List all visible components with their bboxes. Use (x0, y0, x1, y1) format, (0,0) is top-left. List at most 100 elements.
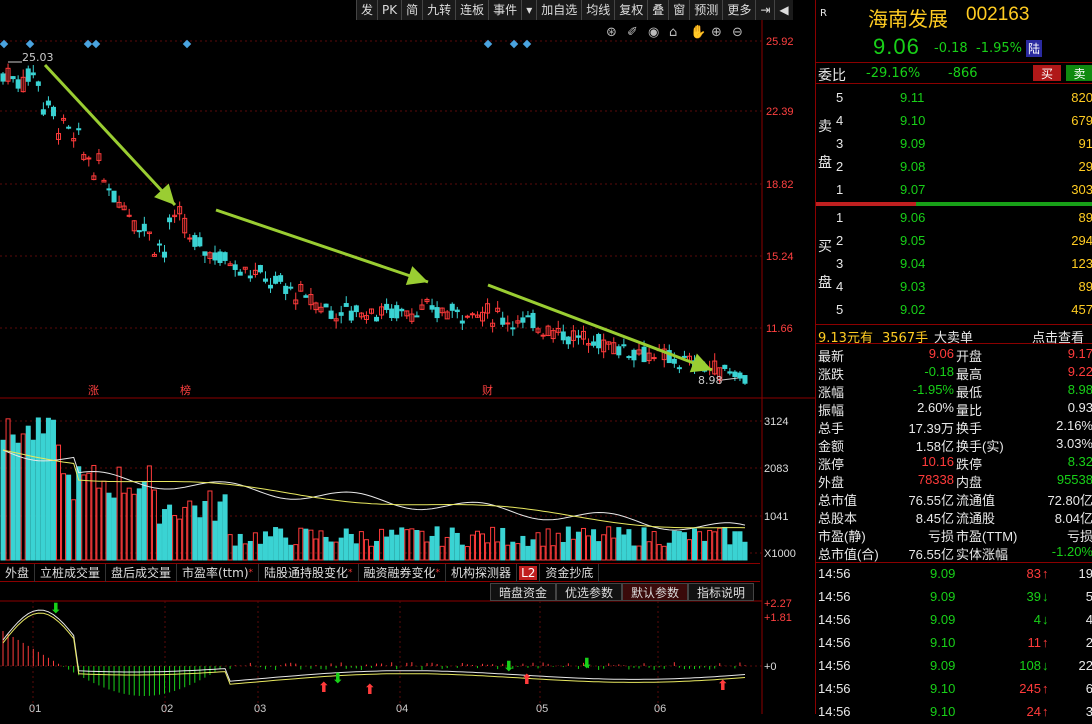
stat-key: 最低 (956, 385, 983, 400)
volume-bar (207, 490, 213, 561)
weibi-pct: -29.16% (866, 66, 921, 81)
price-change: -0.18 (934, 41, 968, 56)
bids-row: 2 9.05 294 (816, 229, 1092, 252)
chart-tool-icon[interactable]: ◉ (648, 25, 659, 40)
event-label[interactable]: 财 (482, 383, 493, 397)
volume-bar (727, 544, 733, 561)
indicator-tab-0[interactable]: 外盘 (0, 564, 36, 582)
star-icon: * (435, 568, 441, 578)
indicator-tab-8[interactable]: 资金抄底 (540, 564, 600, 582)
indicator-tab-2[interactable]: 盘后成交量 (106, 564, 178, 582)
asks-row: 3 9.09 91 (816, 132, 1092, 155)
volume-bar (146, 465, 152, 561)
volume-bar (535, 532, 541, 561)
stat-key: 外盘 (818, 475, 845, 490)
stat-value: 亏损 (927, 529, 954, 544)
indicator-tab-6[interactable]: 机构探测器 (446, 564, 518, 582)
volume-bar (212, 520, 218, 561)
event-label[interactable]: 榜 (180, 383, 191, 397)
chart-tool-icon[interactable]: ⌂ (669, 25, 677, 40)
price: 9.10 (900, 113, 926, 128)
trend-arrow-icon (215, 208, 429, 286)
volume-bar (449, 527, 455, 561)
event-label[interactable]: 涨 (88, 384, 99, 397)
indicator-tab-1[interactable]: 立桩成交量 (35, 564, 107, 582)
tick-price: 9.09 (930, 589, 956, 604)
kline-chart[interactable]: 25.92 22.39 18.82 15.24 11.66 3124 2083 1041 X10… (0, 0, 815, 714)
indicator-tab-label: 盘后成交量 (111, 566, 172, 580)
chart-tool-icon[interactable]: ✋ (690, 24, 706, 40)
tick-row: 14:56 9.09 83 ↑ 19 (816, 563, 1092, 586)
volume-bar (76, 466, 82, 561)
volume-bar (560, 541, 566, 561)
volume-bar (106, 492, 112, 561)
stat-key: 换手(实) (956, 439, 1004, 454)
chart-tool-icon[interactable]: ⊛ (606, 25, 617, 40)
volume-bar (101, 480, 107, 561)
arrow-up-icon: ↑ (1042, 681, 1049, 696)
candle-body (15, 79, 21, 89)
buy-button[interactable]: 买 (1033, 65, 1061, 81)
stat-key: 换手 (956, 421, 983, 436)
volume-bar (217, 501, 223, 561)
stat-key: 最新 (818, 349, 845, 364)
volume-bar (167, 504, 173, 561)
bids-row: 5 9.02 457 (816, 298, 1092, 321)
trend-arrow-icon (487, 283, 713, 373)
event-diamond-icon[interactable] (91, 39, 101, 49)
volume-bar (96, 487, 102, 561)
volume-bar (525, 545, 531, 561)
param-tab-0[interactable]: 暗盘资金 (490, 583, 557, 601)
tick-row: 14:56 9.10 11 ↑ 2 (816, 632, 1092, 655)
price: 9.06 (900, 210, 926, 225)
volume-bar (268, 536, 274, 561)
indicator-tab-label: 陆股通持股变化 (264, 566, 349, 580)
chart-tool-icon[interactable]: ⊖ (732, 25, 743, 40)
chart-area[interactable]: 发 PK 简九转 连板 事件 ▾ 加自选 均线 复权叠窗预测 更多 ⇥ ◀ 25.92 22.39 18.… (0, 0, 815, 714)
indicator-tab-3[interactable]: 市盈率(ttm)* (177, 564, 260, 582)
candle-body (136, 230, 142, 233)
volume-bar (707, 529, 713, 561)
event-diamond-icon[interactable] (182, 39, 192, 49)
tick-row: 14:56 9.10 24 ↑ 3 (816, 701, 1092, 724)
indicator-tab-7[interactable]: L2 (517, 564, 541, 582)
candle-body (464, 315, 470, 318)
volume-bar (338, 537, 344, 561)
chart-tool-icon[interactable]: ⊕ (711, 25, 722, 40)
stat-value: 8.04亿 (1054, 511, 1092, 526)
volume-bar (565, 526, 571, 561)
event-diamond-icon[interactable] (25, 39, 35, 49)
tick-list[interactable]: 14:56 9.09 83 ↑ 19 14:56 9.09 39 ↓ 5 14:56 9.09 4 ↓ 4 1… (816, 563, 1092, 719)
buy-signal-arrow-icon: ⬆ (318, 680, 330, 696)
stat-row: 总市值(合) 76.55亿 实体涨幅 -1.20% (816, 544, 1092, 562)
stat-value: 8.98 (1067, 382, 1092, 397)
volume-bar (545, 528, 551, 561)
tick-volume: 4 (1033, 612, 1041, 627)
arrow-down-icon: ↓ (1042, 658, 1049, 673)
tick-count: 5 (1085, 589, 1092, 604)
candle-body (540, 334, 546, 337)
param-tab-3[interactable]: 指标说明 (688, 583, 755, 601)
macd-tick: +1.81 (764, 612, 792, 624)
param-tab-2[interactable]: 默认参数 (622, 583, 689, 601)
stat-key: 最高 (956, 367, 983, 382)
price-tick: 15.24 (766, 251, 794, 263)
stat-value: 0.93 (1067, 400, 1092, 415)
big-order-row[interactable]: 9.13元有 3567手 大卖单 点击查看 (816, 324, 1092, 346)
event-diamond-icon[interactable] (522, 39, 532, 49)
stat-key: 总股本 (818, 511, 858, 526)
stat-row: 金额 1.58亿 换手(实) 3.03% (816, 436, 1092, 454)
volume: 303 (1071, 182, 1092, 197)
param-tab-1[interactable]: 优选参数 (556, 583, 623, 601)
chart-tool-icon[interactable]: ✐ (627, 25, 638, 40)
tick-price: 9.09 (930, 566, 956, 581)
volume-bar (419, 530, 425, 561)
tick-count: 2 (1085, 635, 1092, 650)
indicator-tab-5[interactable]: 融资融券变化* (359, 564, 447, 582)
tick-time: 14:56 (818, 635, 851, 650)
big-order-link[interactable]: 点击查看 (1032, 327, 1084, 346)
sell-button[interactable]: 卖 (1066, 65, 1092, 81)
stat-row: 振幅 2.60% 量比 0.93 (816, 400, 1092, 418)
volume-bar (283, 537, 289, 561)
indicator-tab-4[interactable]: 陆股通持股变化* (259, 564, 359, 582)
